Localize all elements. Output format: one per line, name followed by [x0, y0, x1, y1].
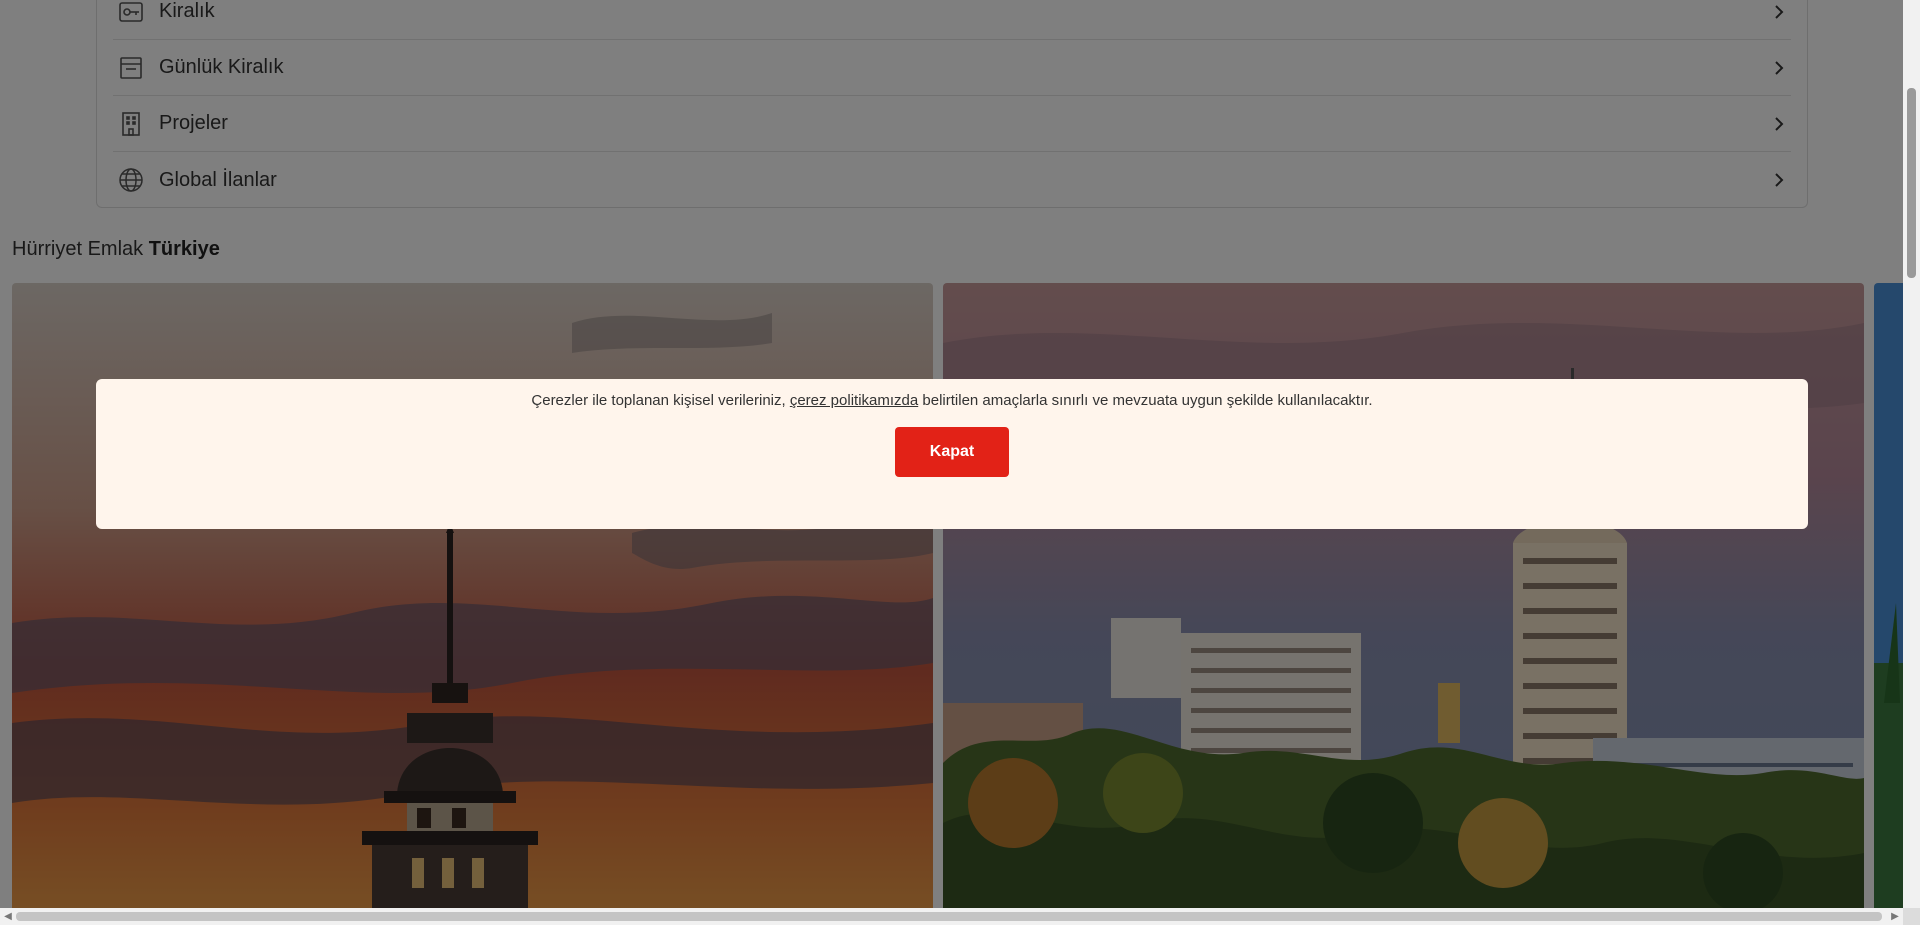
cookie-text-before: Çerezler ile toplanan kişisel verilerini… — [531, 392, 790, 409]
horizontal-scrollbar[interactable]: ◀ ▶ — [0, 908, 1903, 925]
cookie-policy-link[interactable]: çerez politikamızda — [790, 392, 918, 409]
cookie-message: Çerezler ile toplanan kişisel verilerini… — [96, 392, 1808, 409]
vertical-scrollbar[interactable] — [1903, 0, 1920, 908]
close-button[interactable]: Kapat — [895, 427, 1009, 477]
scroll-left-arrow-icon[interactable]: ◀ — [0, 908, 16, 925]
vertical-scrollbar-thumb[interactable] — [1907, 88, 1916, 278]
cookie-text-after: belirtilen amaçlarla sınırlı ve mevzuata… — [918, 392, 1373, 409]
horizontal-scrollbar-thumb[interactable] — [16, 912, 1882, 921]
scrollbar-corner — [1903, 908, 1920, 925]
scroll-right-arrow-icon[interactable]: ▶ — [1887, 908, 1903, 925]
cookie-consent-banner: Çerezler ile toplanan kişisel verilerini… — [96, 379, 1808, 529]
